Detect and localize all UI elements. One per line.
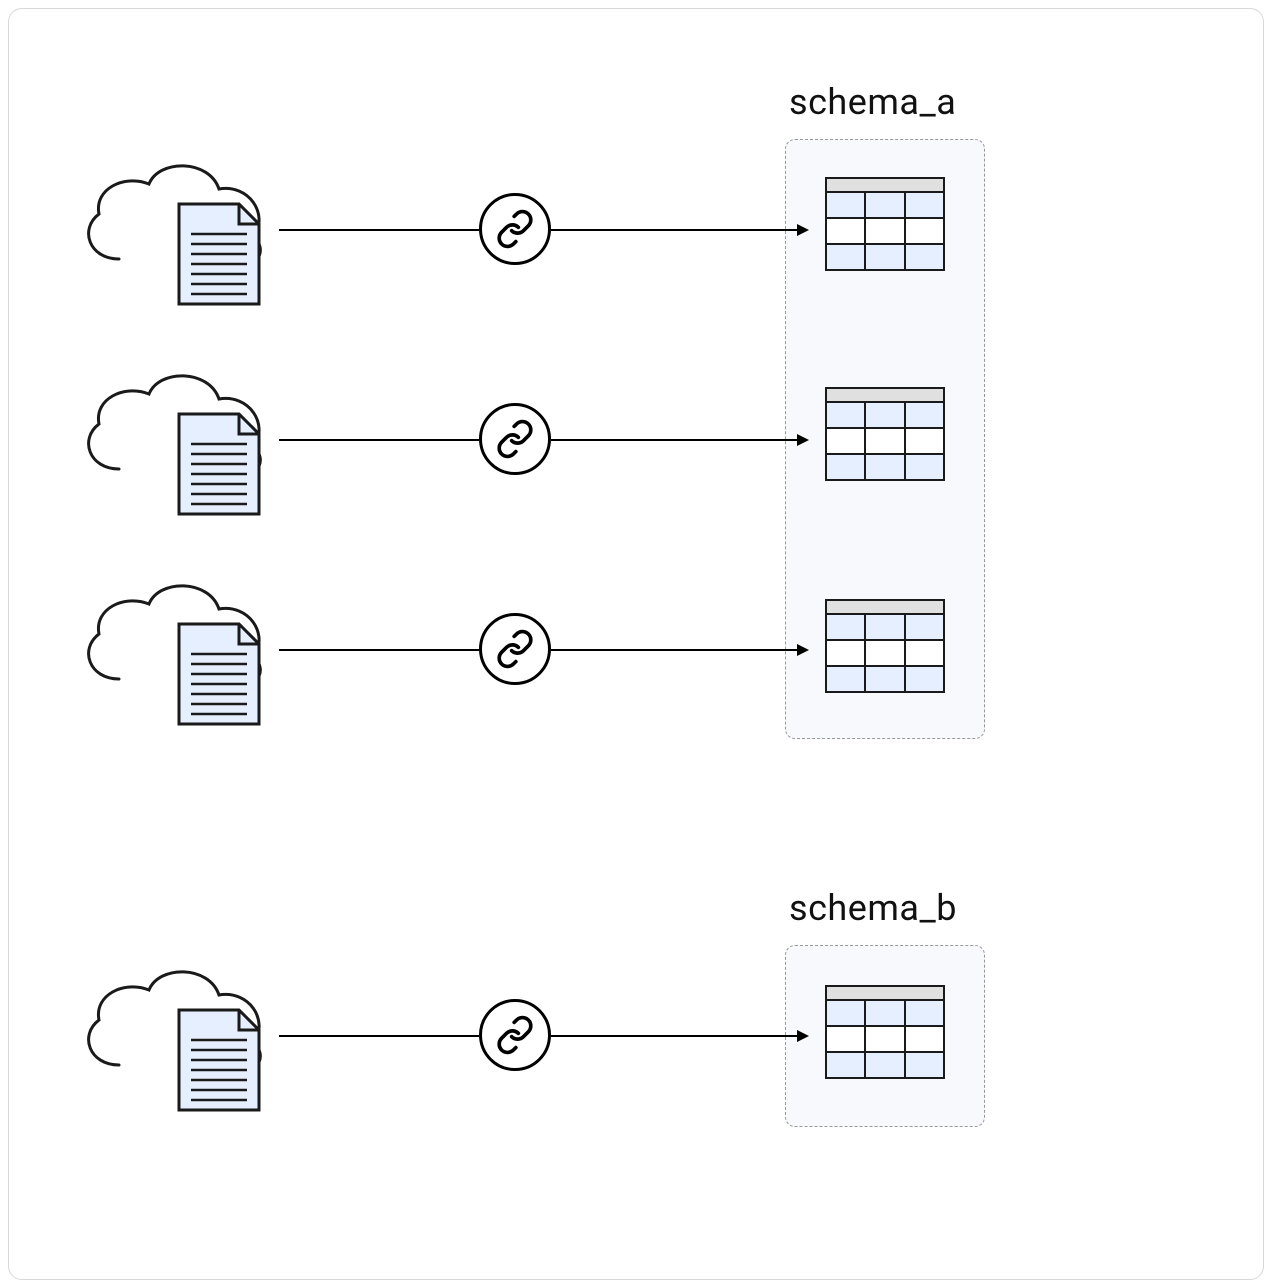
table-icon-1 <box>825 177 945 267</box>
link-icon-1 <box>479 193 551 265</box>
cloud-source-1 <box>69 149 279 309</box>
link-icon-4 <box>479 999 551 1071</box>
table-icon-4 <box>825 985 945 1075</box>
cloud-source-2 <box>69 359 279 519</box>
table-icon-3 <box>825 599 945 689</box>
link-icon-3 <box>479 613 551 685</box>
cloud-source-3 <box>69 569 279 729</box>
arrow-2b <box>551 439 797 441</box>
table-icon-2 <box>825 387 945 477</box>
schema-b-label: schema_b <box>789 887 957 929</box>
link-icon-2 <box>479 403 551 475</box>
arrow-4a <box>279 1035 479 1037</box>
arrow-head-1 <box>797 224 809 236</box>
arrow-head-3 <box>797 644 809 656</box>
arrow-3a <box>279 649 479 651</box>
cloud-source-4 <box>69 955 279 1115</box>
arrow-3b <box>551 649 797 651</box>
arrow-4b <box>551 1035 797 1037</box>
arrow-head-4 <box>797 1030 809 1042</box>
diagram-frame: schema_a schema_b <box>8 8 1264 1280</box>
arrow-head-2 <box>797 434 809 446</box>
schema-a-label: schema_a <box>789 81 956 123</box>
arrow-1b <box>551 229 797 231</box>
arrow-2a <box>279 439 479 441</box>
arrow-1a <box>279 229 479 231</box>
